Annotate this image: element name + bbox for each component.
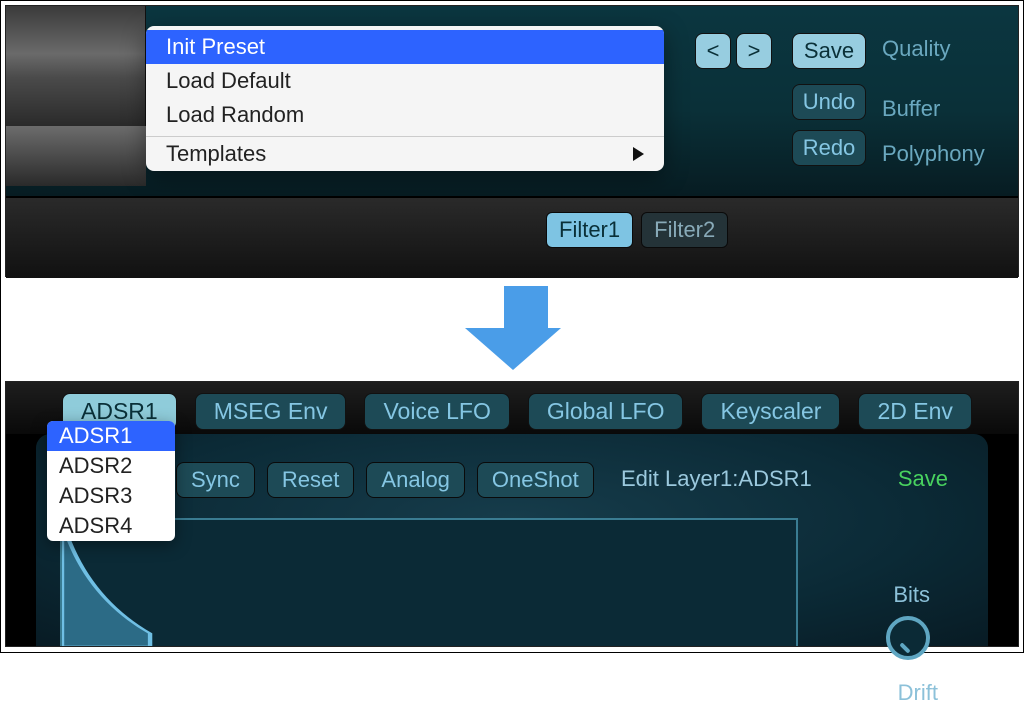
reset-button[interactable]: Reset bbox=[267, 462, 354, 498]
menu-templates-label: Templates bbox=[166, 141, 266, 167]
undo-button[interactable]: Undo bbox=[792, 84, 866, 120]
menu-templates[interactable]: Templates bbox=[146, 137, 664, 171]
polyphony-label: Polyphony bbox=[882, 141, 985, 167]
tab-mseg-env[interactable]: MSEG Env bbox=[195, 393, 347, 430]
edit-layer-label: Edit Layer1:ADSR1 bbox=[621, 466, 812, 492]
arrow-down-icon bbox=[491, 286, 561, 370]
tab-filter1[interactable]: Filter1 bbox=[546, 212, 633, 248]
redo-button[interactable]: Redo bbox=[792, 130, 866, 166]
menu-load-default[interactable]: Load Default bbox=[146, 64, 664, 98]
chevron-right-icon: > bbox=[748, 38, 761, 64]
analog-button[interactable]: Analog bbox=[366, 462, 465, 498]
tab-voice-lfo[interactable]: Voice LFO bbox=[364, 393, 509, 430]
modulation-body: Sync Reset Analog OneShot Edit Layer1:AD… bbox=[36, 434, 988, 646]
bits-knob[interactable] bbox=[886, 616, 930, 660]
menu-load-random[interactable]: Load Random bbox=[146, 98, 664, 132]
quality-label: Quality bbox=[882, 36, 950, 62]
preset-group-main: Init Preset Load Default Load Random bbox=[146, 26, 664, 137]
bits-label: Bits bbox=[893, 582, 930, 608]
oneshot-button[interactable]: OneShot bbox=[477, 462, 594, 498]
adsr-option-3[interactable]: ADSR3 bbox=[47, 481, 175, 511]
save-env-button[interactable]: Save bbox=[898, 466, 948, 492]
buffer-label: Buffer bbox=[882, 96, 940, 122]
envelope-controls: Sync Reset Analog OneShot bbox=[176, 462, 594, 498]
tab-2d-env[interactable]: 2D Env bbox=[858, 393, 971, 430]
tab-filter2[interactable]: Filter2 bbox=[641, 212, 728, 248]
filter-tabs: Filter1 Filter2 bbox=[546, 212, 728, 248]
save-button[interactable]: Save bbox=[792, 33, 866, 69]
adsr-select-dropdown: ADSR1 ADSR2 ADSR3 ADSR4 bbox=[47, 421, 175, 541]
sync-button[interactable]: Sync bbox=[176, 462, 255, 498]
chevron-right-icon bbox=[633, 147, 644, 161]
preset-context-menu: Init Preset Load Default Load Random Tem… bbox=[146, 26, 664, 171]
chevron-left-icon: < bbox=[707, 38, 720, 64]
adsr-option-1[interactable]: ADSR1 bbox=[47, 421, 175, 451]
preset-next-button[interactable]: > bbox=[736, 33, 772, 69]
filter-tab-strip: Filter1 Filter2 bbox=[6, 196, 1018, 278]
chrome-strip-lower bbox=[6, 126, 146, 186]
menu-init-preset[interactable]: Init Preset bbox=[146, 30, 664, 64]
top-panel: < > Save Undo Redo Quality Buffer Polyph… bbox=[5, 5, 1019, 277]
adsr-option-4[interactable]: ADSR4 bbox=[47, 511, 175, 541]
adsr-option-2[interactable]: ADSR2 bbox=[47, 451, 175, 481]
drift-label: Drift bbox=[898, 680, 938, 706]
preset-prev-button[interactable]: < bbox=[695, 33, 731, 69]
tab-keyscaler[interactable]: Keyscaler bbox=[701, 393, 840, 430]
tab-global-lfo[interactable]: Global LFO bbox=[528, 393, 684, 430]
chrome-strip bbox=[6, 6, 146, 126]
